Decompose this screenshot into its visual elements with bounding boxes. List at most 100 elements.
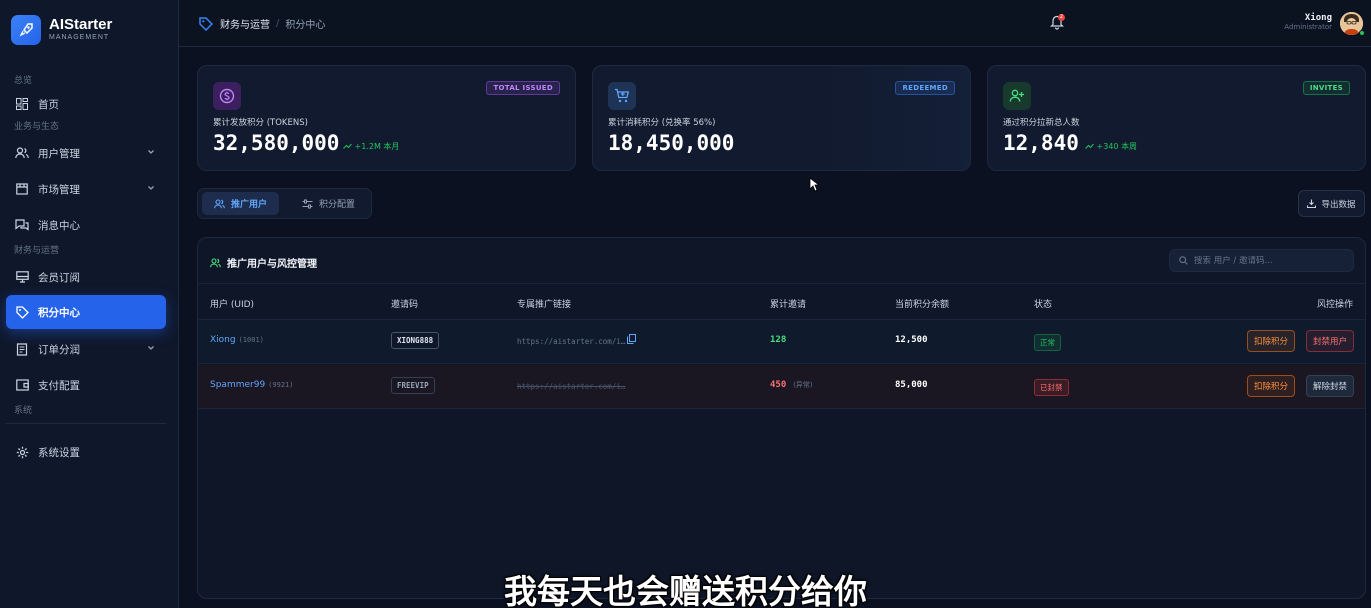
stat-card-invites: INVITES 通过积分拉新总人数 12,840 +340 本周	[987, 65, 1366, 171]
table-row: Xiong (1001) XIONG888 https://aistarter.c…	[198, 320, 1365, 364]
monitor-icon	[15, 270, 29, 284]
export-data-button[interactable]: 导出数据	[1298, 190, 1365, 217]
stat-delta-text: +1.2M 本月	[354, 142, 400, 151]
topbar: 财务与运营 / 积分中心	[179, 0, 1371, 47]
unban-user-button[interactable]: 解除封禁	[1305, 375, 1354, 397]
search-input[interactable]	[1194, 255, 1344, 266]
rocket-logo-icon	[11, 15, 41, 45]
users-icon	[15, 146, 29, 160]
dashboard-icon	[15, 97, 29, 111]
column-header: 专属推广链接	[517, 300, 572, 310]
ban-user-button[interactable]: 封禁用户	[1305, 330, 1354, 352]
sidebar-item-label: 积分中心	[38, 306, 80, 319]
search-icon	[1179, 256, 1188, 265]
user-cell[interactable]: Spammer99 (9921)	[210, 380, 293, 390]
store-icon	[15, 182, 29, 196]
stat-badge: TOTAL ISSUED	[486, 81, 560, 95]
sidebar-item-label: 首页	[38, 98, 59, 111]
sidebar-item-subscription[interactable]: 会员订阅	[0, 259, 178, 295]
dollar-coin-icon	[213, 82, 241, 110]
user-name: Xiong	[1304, 13, 1332, 23]
chevron-down-icon	[148, 150, 154, 154]
stat-card-total-issued: TOTAL ISSUED 累计发放积分 (TOKENS) 32,580,000 …	[197, 65, 576, 171]
user-plus-icon	[1003, 82, 1031, 110]
users-icon	[210, 257, 221, 267]
invite-cell: 450 (异常)	[770, 380, 813, 390]
invite-note: (异常)	[793, 381, 813, 389]
stat-delta: +340 本周	[1085, 141, 1137, 152]
sidebar: AIStarter MANAGEMENT 总览 首页 业务与生态 用户管理 市场…	[0, 0, 179, 608]
breadcrumb: 财务与运营 / 积分中心	[199, 16, 325, 31]
column-header: 风控操作	[1316, 300, 1353, 310]
sidebar-item-home[interactable]: 首页	[0, 89, 178, 119]
video-subtitle: 我每天也会赠送积分给你	[504, 572, 867, 608]
sidebar-item-label: 用户管理	[38, 147, 80, 160]
status-badge: 已封禁	[1034, 379, 1069, 396]
tab-label: 推广用户	[231, 200, 268, 210]
deduct-points-button[interactable]: 扣除积分	[1246, 375, 1295, 397]
panel-title: 推广用户与风控管理	[210, 255, 317, 270]
nav-section-finance: 财务与运营	[14, 246, 60, 256]
points-balance: 85,000	[895, 380, 928, 390]
sidebar-item-label: 消息中心	[38, 219, 80, 232]
user-uid: (9921)	[268, 381, 294, 389]
copy-icon[interactable]	[627, 334, 636, 344]
table-header: 用户 (UID) 邀请码 专属推广链接 累计邀请 当前积分余额 状态 风控操作	[198, 283, 1365, 320]
brand[interactable]: AIStarter MANAGEMENT	[0, 0, 178, 60]
sidebar-item-label: 订单分润	[38, 343, 80, 356]
invite-code: XIONG888	[391, 332, 440, 349]
stat-label: 累计消耗积分 (兑换率 56%)	[608, 118, 716, 128]
stat-badge: INVITES	[1302, 81, 1350, 95]
tab-label: 积分配置	[319, 200, 356, 210]
wallet-icon	[15, 378, 29, 392]
brand-name: AIStarter	[49, 16, 113, 33]
column-header: 当前积分余额	[895, 300, 950, 310]
mouse-cursor-icon	[809, 177, 819, 192]
brand-subtitle: MANAGEMENT	[49, 34, 110, 41]
message-icon	[15, 218, 29, 232]
column-header: 累计邀请	[770, 300, 807, 310]
stat-badge: REDEEMED	[895, 81, 955, 95]
stat-value: 18,450,000	[608, 131, 735, 155]
sliders-icon	[302, 199, 313, 208]
deduct-points-button[interactable]: 扣除积分	[1246, 330, 1295, 352]
trend-up-icon	[1085, 143, 1094, 149]
sidebar-item-market[interactable]: 市场管理	[0, 171, 178, 207]
stat-value: 12,840	[1003, 131, 1079, 155]
sidebar-item-settings[interactable]: 系统设置	[0, 434, 178, 470]
panel-title-text: 推广用户与风控管理	[227, 259, 317, 270]
status-badge: 正常	[1034, 334, 1061, 351]
tab-points-config[interactable]: 积分配置	[290, 192, 367, 215]
user-cell[interactable]: Xiong (1001)	[210, 335, 264, 345]
notification-badge: 2	[1058, 14, 1065, 21]
gear-icon	[15, 445, 29, 459]
sidebar-item-orders[interactable]: 订单分润	[0, 331, 178, 367]
breadcrumb-current: 积分中心	[285, 20, 326, 31]
nav-divider	[6, 423, 166, 424]
tab-promo-users[interactable]: 推广用户	[202, 192, 280, 215]
breadcrumb-item[interactable]: 财务与运营	[220, 16, 270, 31]
column-header: 状态	[1034, 300, 1053, 310]
nav-section-system: 系统	[14, 406, 33, 416]
table-row: Spammer99 (9921) FREEVIP https://aistarte…	[198, 365, 1365, 409]
trend-up-icon	[343, 143, 352, 149]
cart-icon	[608, 82, 636, 110]
promo-users-panel: 推广用户与风控管理 用户 (UID) 邀请码 专属推广链接 累计邀请 当前积分余…	[197, 237, 1366, 599]
export-label: 导出数据	[1321, 199, 1356, 210]
invite-count: 450	[770, 380, 787, 390]
sidebar-item-label: 系统设置	[38, 446, 80, 459]
receipt-icon	[15, 342, 29, 356]
sidebar-item-payment[interactable]: 支付配置	[0, 367, 178, 403]
sidebar-item-points-center[interactable]: 积分中心	[6, 295, 166, 329]
sidebar-item-messages[interactable]: 消息中心	[0, 207, 178, 243]
user-name-link[interactable]: Spammer99	[210, 380, 265, 390]
sidebar-item-users[interactable]: 用户管理	[0, 135, 178, 171]
referral-link: https://aistarter.com/i…	[517, 382, 626, 391]
invite-count: 128	[770, 335, 787, 345]
user-name-link[interactable]: Xiong	[210, 335, 236, 345]
search-box[interactable]	[1169, 249, 1354, 272]
stat-label: 通过积分拉新总人数	[1003, 118, 1080, 128]
breadcrumb-separator: /	[276, 18, 280, 29]
user-info[interactable]: Xiong Administrator	[1284, 13, 1332, 31]
stat-value: 32,580,000	[213, 131, 340, 155]
